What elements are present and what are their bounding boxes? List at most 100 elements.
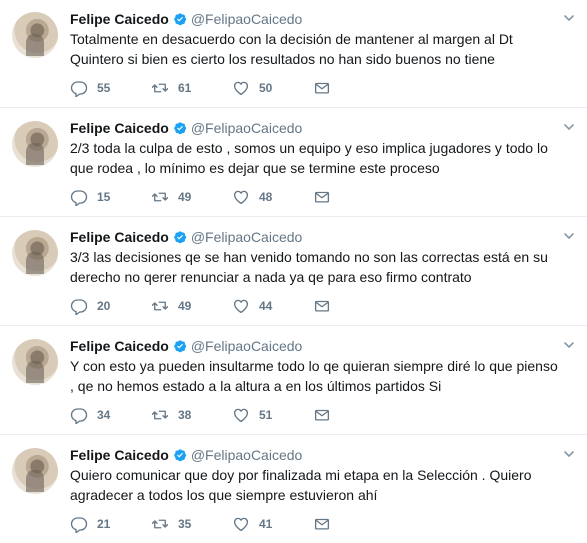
direct-message-button[interactable]	[313, 515, 331, 533]
retweet-count: 49	[178, 190, 192, 204]
reply-icon	[70, 299, 88, 315]
direct-message-button[interactable]	[313, 406, 331, 424]
tweet-content: Felipe Caicedo @FelipaoCaicedo Totalment…	[70, 10, 577, 69]
reply-icon	[70, 190, 88, 206]
avatar[interactable]	[12, 448, 58, 494]
chevron-down-icon[interactable]	[563, 12, 575, 24]
tweet-content: Felipe Caicedo @FelipaoCaicedo Y con est…	[70, 337, 577, 396]
reply-icon	[70, 81, 88, 97]
retweet-icon	[151, 83, 169, 93]
reply-button[interactable]: 20	[70, 297, 151, 315]
chevron-down-icon[interactable]	[563, 121, 575, 133]
tweet-text: Quiero comunicar que doy por finalizada …	[70, 467, 532, 503]
direct-message-button[interactable]	[313, 79, 331, 97]
like-count: 44	[259, 299, 273, 313]
retweet-count: 35	[178, 517, 192, 531]
direct-message-button[interactable]	[313, 297, 331, 315]
retweet-button[interactable]: 49	[151, 188, 232, 206]
reply-icon	[70, 517, 88, 533]
username-handle[interactable]: @FelipaoCaicedo	[191, 120, 303, 136]
envelope-icon	[314, 300, 330, 312]
avatar[interactable]	[12, 121, 58, 167]
tweet-text: Totalmente en desacuerdo con la decisión…	[70, 31, 513, 67]
reply-button[interactable]: 21	[70, 515, 151, 533]
like-button[interactable]: 51	[232, 406, 313, 424]
display-name[interactable]: Felipe Caicedo	[70, 229, 169, 245]
display-name[interactable]: Felipe Caicedo	[70, 11, 169, 27]
like-button[interactable]: 44	[232, 297, 313, 315]
heart-icon	[233, 190, 249, 205]
username-handle[interactable]: @FelipaoCaicedo	[191, 11, 303, 27]
retweet-icon	[151, 410, 169, 420]
retweet-icon	[151, 192, 169, 202]
reply-button[interactable]: 15	[70, 188, 151, 206]
avatar[interactable]	[12, 339, 58, 385]
tweet-actions: 34 38 51	[70, 406, 331, 424]
retweet-count: 61	[178, 81, 192, 95]
retweet-icon	[151, 301, 169, 311]
tweet-header: Felipe Caicedo @FelipaoCaicedo	[70, 10, 577, 28]
display-name[interactable]: Felipe Caicedo	[70, 120, 169, 136]
reply-icon	[70, 408, 88, 424]
like-button[interactable]: 41	[232, 515, 313, 533]
retweet-count: 49	[178, 299, 192, 313]
tweet[interactable]: Felipe Caicedo @FelipaoCaicedo Quiero co…	[0, 436, 587, 543]
reply-button[interactable]: 34	[70, 406, 151, 424]
retweet-button[interactable]: 35	[151, 515, 232, 533]
tweet-header: Felipe Caicedo @FelipaoCaicedo	[70, 119, 577, 137]
retweet-button[interactable]: 61	[151, 79, 232, 97]
tweet-actions: 55 61 50	[70, 79, 331, 97]
heart-icon	[233, 517, 249, 532]
verified-badge-icon	[174, 231, 186, 244]
tweet-content: Felipe Caicedo @FelipaoCaicedo Quiero co…	[70, 446, 577, 505]
verified-badge-icon	[174, 13, 186, 26]
like-count: 41	[259, 517, 273, 531]
display-name[interactable]: Felipe Caicedo	[70, 338, 169, 354]
retweet-icon	[151, 519, 169, 529]
verified-badge-icon	[174, 122, 186, 135]
like-button[interactable]: 50	[232, 79, 313, 97]
envelope-icon	[314, 409, 330, 421]
display-name[interactable]: Felipe Caicedo	[70, 447, 169, 463]
username-handle[interactable]: @FelipaoCaicedo	[191, 229, 303, 245]
tweet-text: 2/3 toda la culpa de esto , somos un equ…	[70, 140, 548, 176]
username-handle[interactable]: @FelipaoCaicedo	[191, 447, 303, 463]
tweet[interactable]: Felipe Caicedo @FelipaoCaicedo 3/3 las d…	[0, 218, 587, 326]
retweet-button[interactable]: 49	[151, 297, 232, 315]
reply-count: 55	[97, 81, 111, 95]
chevron-down-icon[interactable]	[563, 230, 575, 242]
heart-icon	[233, 299, 249, 314]
chevron-down-icon[interactable]	[563, 448, 575, 460]
like-button[interactable]: 48	[232, 188, 313, 206]
envelope-icon	[314, 518, 330, 530]
tweet-text: Y con esto ya pueden insultarme todo lo …	[70, 358, 558, 394]
avatar[interactable]	[12, 230, 58, 276]
tweet-content: Felipe Caicedo @FelipaoCaicedo 2/3 toda …	[70, 119, 577, 178]
reply-count: 21	[97, 517, 111, 531]
tweet-header: Felipe Caicedo @FelipaoCaicedo	[70, 337, 577, 355]
reply-count: 34	[97, 408, 111, 422]
like-count: 51	[259, 408, 273, 422]
verified-badge-icon	[174, 340, 186, 353]
tweet-feed: Felipe Caicedo @FelipaoCaicedo Totalment…	[0, 0, 587, 543]
tweet-content: Felipe Caicedo @FelipaoCaicedo 3/3 las d…	[70, 228, 577, 287]
username-handle[interactable]: @FelipaoCaicedo	[191, 338, 303, 354]
heart-icon	[233, 408, 249, 423]
avatar[interactable]	[12, 12, 58, 58]
tweet-text: 3/3 las decisiones qe se han venido toma…	[70, 249, 548, 285]
reply-count: 15	[97, 190, 111, 204]
chevron-down-icon[interactable]	[563, 339, 575, 351]
verified-badge-icon	[174, 449, 186, 462]
tweet[interactable]: Felipe Caicedo @FelipaoCaicedo Totalment…	[0, 0, 587, 108]
tweet-actions: 21 35 41	[70, 515, 331, 533]
tweet[interactable]: Felipe Caicedo @FelipaoCaicedo 2/3 toda …	[0, 109, 587, 217]
retweet-button[interactable]: 38	[151, 406, 232, 424]
reply-button[interactable]: 55	[70, 79, 151, 97]
tweet-actions: 15 49 48	[70, 188, 331, 206]
direct-message-button[interactable]	[313, 188, 331, 206]
like-count: 48	[259, 190, 273, 204]
reply-count: 20	[97, 299, 111, 313]
tweet-actions: 20 49 44	[70, 297, 331, 315]
tweet[interactable]: Felipe Caicedo @FelipaoCaicedo Y con est…	[0, 327, 587, 435]
tweet-header: Felipe Caicedo @FelipaoCaicedo	[70, 446, 577, 464]
